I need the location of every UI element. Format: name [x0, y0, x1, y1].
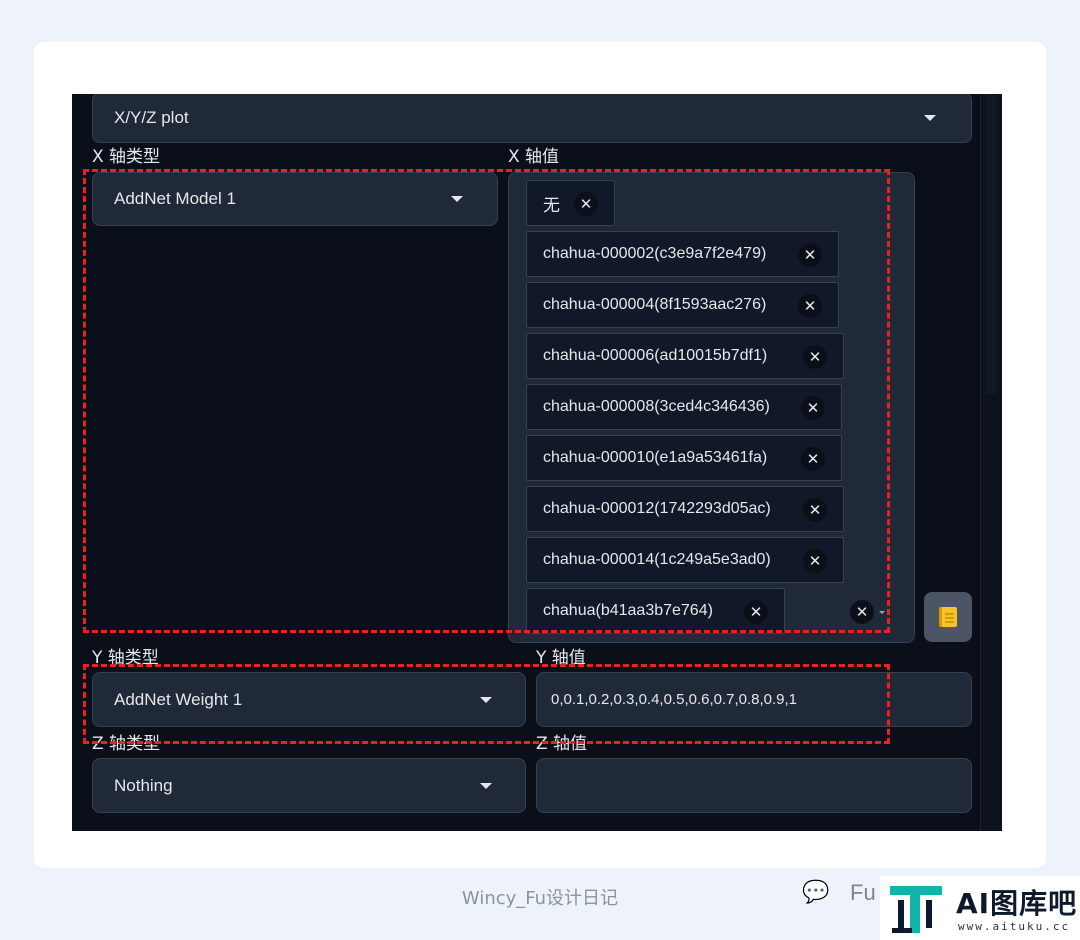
z-axis-type-label: Z 轴类型 [92, 734, 161, 754]
chip-label: chahua(b41aa3b7e764) [543, 602, 713, 619]
x-value-chip[interactable]: chahua-000008(3ced4c346436) ✕ [526, 384, 842, 430]
chevron-down-icon[interactable] [879, 611, 885, 614]
chip-label: chahua-000012(1742293d05ac) [543, 500, 771, 517]
chip-label: chahua-000006(ad10015b7df1) [543, 347, 768, 364]
close-icon[interactable]: ✕ [801, 396, 825, 420]
x-value-chip[interactable]: chahua-000010(e1a9a53461fa) ✕ [526, 435, 842, 481]
y-axis-values-text: 0,0.1,0.2,0.3,0.4,0.5,0.6,0.7,0.8,0.9,1 [551, 691, 798, 708]
script-select-value: X/Y/Z plot [114, 107, 189, 127]
wechat-icon: 💬 [802, 880, 830, 905]
x-value-chip[interactable]: 无 ✕ [526, 180, 615, 226]
x-axis-values-multiselect[interactable]: 无 ✕ chahua-000002(c3e9a7f2e479) ✕ chahua… [508, 172, 915, 643]
logo-t-icon [890, 886, 942, 933]
x-value-chip[interactable]: chahua(b41aa3b7e764) ✕ [526, 588, 785, 634]
close-icon[interactable]: ✕ [803, 498, 827, 522]
chevron-down-icon [480, 782, 492, 789]
clear-all-icon[interactable]: ✕ [850, 600, 874, 624]
z-axis-values-label: Z 轴值 [536, 734, 588, 754]
logo-text: AI图库吧 [956, 887, 1078, 920]
close-icon[interactable]: ✕ [801, 447, 825, 471]
y-axis-type-value: AddNet Weight 1 [114, 689, 243, 709]
x-axis-values-label: X 轴值 [508, 147, 560, 167]
chip-label: chahua-000008(3ced4c346436) [543, 398, 770, 415]
scrollbar[interactable] [980, 94, 1002, 831]
close-icon[interactable]: ✕ [803, 345, 827, 369]
scrollbar-thumb[interactable] [986, 94, 996, 394]
x-value-chip[interactable]: chahua-000002(c3e9a7f2e479) ✕ [526, 231, 839, 277]
x-value-chip[interactable]: chahua-000012(1742293d05ac) ✕ [526, 486, 844, 532]
close-icon[interactable]: ✕ [744, 600, 768, 624]
z-axis-type-value: Nothing [114, 775, 173, 795]
site-logo: AI图库吧 www.aituku.cc [880, 876, 1080, 940]
chip-label: chahua-000010(e1a9a53461fa) [543, 449, 768, 466]
chip-label: chahua-000014(1c249a5e3ad0) [543, 551, 771, 568]
chip-label: chahua-000002(c3e9a7f2e479) [543, 245, 767, 262]
z-axis-values-input[interactable] [536, 758, 972, 813]
x-value-chip[interactable]: chahua-000006(ad10015b7df1) ✕ [526, 333, 844, 379]
x-axis-type-label: X 轴类型 [92, 147, 161, 167]
close-icon[interactable]: ✕ [798, 294, 822, 318]
x-value-chip[interactable]: chahua-000004(8f1593aac276) ✕ [526, 282, 839, 328]
x-value-chip[interactable]: chahua-000014(1c249a5e3ad0) ✕ [526, 537, 844, 583]
y-axis-values-input[interactable]: 0,0.1,0.2,0.3,0.4,0.5,0.6,0.7,0.8,0.9,1 [536, 672, 972, 727]
chevron-down-icon [451, 196, 463, 202]
z-axis-type-select[interactable]: Nothing [92, 758, 526, 813]
close-icon[interactable]: ✕ [574, 192, 598, 216]
close-icon[interactable]: ✕ [803, 549, 827, 573]
notepad-icon [939, 607, 957, 627]
script-select[interactable]: X/Y/Z plot [92, 94, 972, 143]
chip-label: 无 [543, 195, 560, 215]
chevron-down-icon [480, 696, 492, 703]
x-axis-type-value: AddNet Model 1 [114, 189, 236, 208]
close-icon[interactable]: ✕ [798, 243, 822, 267]
notepad-button[interactable] [924, 592, 972, 642]
webui-screenshot: X/Y/Z plot X 轴类型 X 轴值 AddNet Model 1 无 ✕… [72, 94, 1002, 831]
y-axis-values-label: Y 轴值 [536, 648, 586, 668]
wechat-name: Fu [850, 880, 876, 905]
logo-url: www.aituku.cc [958, 920, 1071, 933]
y-axis-type-label: Y 轴类型 [92, 648, 159, 668]
chip-label: chahua-000004(8f1593aac276) [543, 296, 767, 313]
chevron-down-icon [924, 114, 936, 121]
y-axis-type-select[interactable]: AddNet Weight 1 [92, 672, 526, 727]
x-axis-type-select[interactable]: AddNet Model 1 [92, 172, 498, 226]
